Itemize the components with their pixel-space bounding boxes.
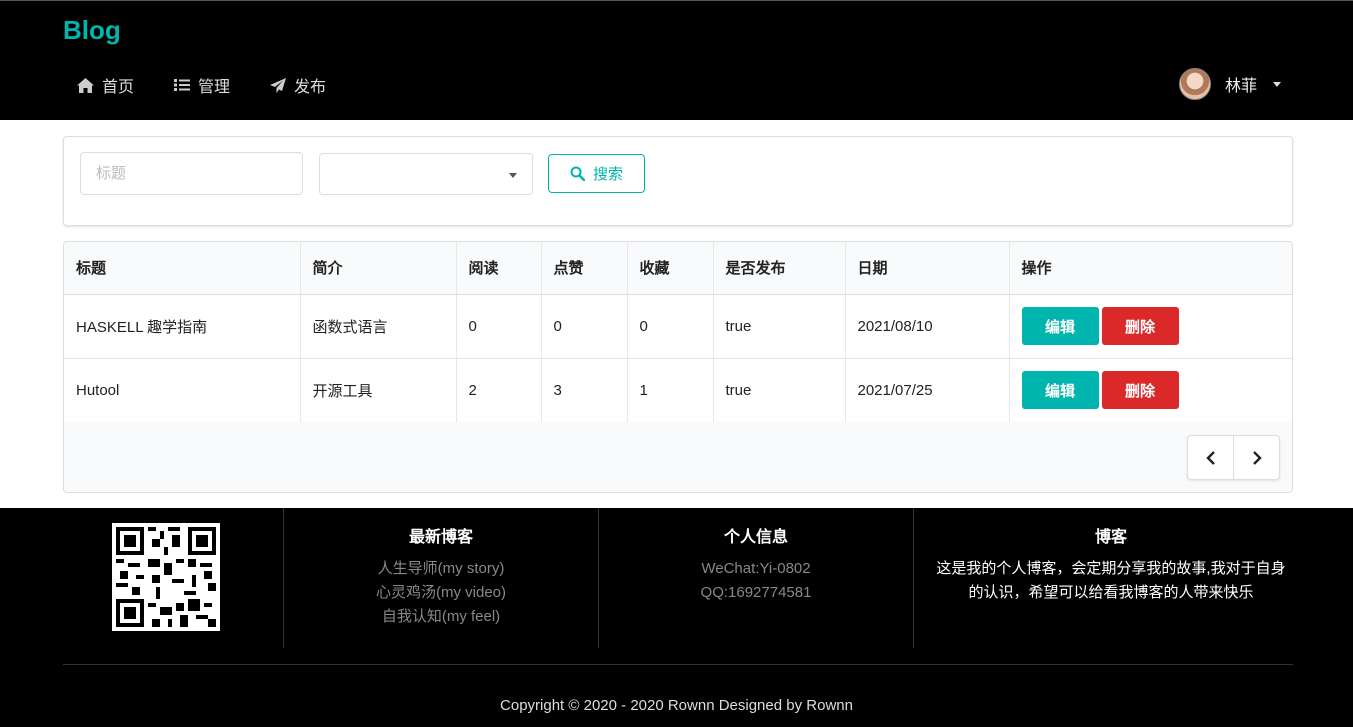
cell-published: true: [713, 358, 846, 423]
chevron-right-icon: [1252, 450, 1262, 465]
footer-latest-blogs: 最新博客 人生导师(my story) 心灵鸡汤(my video) 自我认知(…: [283, 508, 598, 648]
blog-about-heading: 博客: [1094, 529, 1127, 546]
footer-link-video[interactable]: 心灵鸡汤(my video): [284, 581, 598, 605]
main-nav: 首页 管理 发布: [63, 65, 352, 105]
nav-item-home[interactable]: 首页: [63, 65, 148, 105]
page-footer: 最新博客 人生导师(my story) 心灵鸡汤(my video) 自我认知(…: [0, 508, 1353, 727]
column-header-reads: 阅读: [456, 242, 542, 295]
nav-item-publish[interactable]: 发布: [256, 65, 340, 105]
column-header-published: 是否发布: [713, 242, 846, 295]
cell-likes: 0: [541, 294, 628, 359]
prev-page-button[interactable]: [1188, 436, 1234, 479]
column-header-intro: 简介: [300, 242, 457, 295]
list-icon: [174, 79, 191, 91]
cell-published: true: [713, 294, 846, 359]
nav-manage-label: 管理: [198, 79, 231, 96]
cell-actions: 编辑 删除: [1009, 294, 1292, 359]
top-navbar: Blog 首页 管理 发布 林菲: [0, 0, 1353, 120]
column-header-actions: 操作: [1009, 242, 1292, 295]
search-form: 搜索: [63, 136, 1293, 226]
caret-down-icon: [1273, 81, 1281, 87]
footer-divider: [63, 664, 1293, 665]
nav-home-label: 首页: [102, 79, 135, 96]
search-button[interactable]: 搜索: [548, 154, 645, 193]
edit-button[interactable]: 编辑: [1021, 371, 1099, 409]
title-search-input[interactable]: [80, 152, 303, 195]
column-header-title: 标题: [64, 242, 301, 295]
column-header-favorites: 收藏: [627, 242, 714, 295]
footer-blog-about: 博客 这是我的个人博客，会定期分享我的故事,我对于自身的认识，希望可以给看我博客…: [913, 508, 1308, 648]
caret-down-icon: [509, 173, 517, 178]
footer-link-feel[interactable]: 自我认知(my feel): [284, 605, 598, 629]
qq-info: QQ:1692774581: [700, 584, 812, 601]
blog-about-text: 这是我的个人博客，会定期分享我的故事,我对于自身的认识，希望可以给看我博客的人带…: [936, 560, 1286, 601]
blog-table: 标题 简介 阅读 点赞 收藏 是否发布 日期 操作 HASKELL 趣学指南 函…: [63, 241, 1293, 493]
cell-date: 2021/07/25: [845, 358, 1010, 423]
cell-actions: 编辑 删除: [1009, 358, 1292, 423]
delete-button[interactable]: 删除: [1101, 371, 1179, 409]
cell-intro: 开源工具: [300, 358, 457, 423]
qr-code-image: [112, 523, 220, 631]
avatar: [1178, 68, 1211, 100]
personal-info-heading: 个人信息: [723, 529, 788, 546]
nav-item-manage[interactable]: 管理: [160, 65, 244, 105]
edit-button[interactable]: 编辑: [1021, 307, 1099, 345]
nav-publish-label: 发布: [294, 79, 327, 96]
cell-reads: 0: [456, 294, 542, 359]
delete-button[interactable]: 删除: [1101, 307, 1179, 345]
user-menu-dropdown[interactable]: 林菲: [1178, 68, 1281, 100]
column-header-likes: 点赞: [541, 242, 628, 295]
cell-favorites: 1: [627, 358, 714, 423]
type-select-dropdown[interactable]: [319, 153, 533, 195]
next-page-button[interactable]: [1234, 436, 1279, 479]
table-row: HASKELL 趣学指南 函数式语言 0 0 0 true 2021/08/10…: [64, 294, 1292, 359]
cell-title: Hutool: [64, 358, 301, 423]
footer-link-story[interactable]: 人生导师(my story): [284, 557, 598, 581]
cell-favorites: 0: [627, 294, 714, 359]
chevron-left-icon: [1205, 450, 1215, 465]
column-header-date: 日期: [845, 242, 1010, 295]
cell-date: 2021/08/10: [845, 294, 1010, 359]
copyright-text: Copyright © 2020 - 2020 Rownn Designed b…: [500, 697, 853, 714]
cell-title: HASKELL 趣学指南: [64, 294, 301, 359]
table-row: Hutool 开源工具 2 3 1 true 2021/07/25 编辑 删除: [64, 358, 1292, 423]
search-button-label: 搜索: [592, 166, 623, 183]
wechat-info: WeChat:Yi-0802: [701, 560, 811, 577]
table-footer: [64, 422, 1292, 492]
home-icon: [77, 77, 94, 93]
cell-reads: 2: [456, 358, 542, 423]
table-header-row: 标题 简介 阅读 点赞 收藏 是否发布 日期 操作: [64, 242, 1292, 295]
latest-blogs-heading: 最新博客: [408, 529, 473, 546]
search-icon: [570, 166, 585, 181]
user-name: 林菲: [1224, 78, 1257, 95]
paper-plane-icon: [270, 77, 287, 93]
footer-personal-info: 个人信息 WeChat:Yi-0802 QQ:1692774581: [598, 508, 913, 648]
cell-likes: 3: [541, 358, 628, 423]
pagination: [1187, 435, 1280, 480]
brand-logo[interactable]: Blog: [63, 15, 121, 46]
cell-intro: 函数式语言: [300, 294, 457, 359]
